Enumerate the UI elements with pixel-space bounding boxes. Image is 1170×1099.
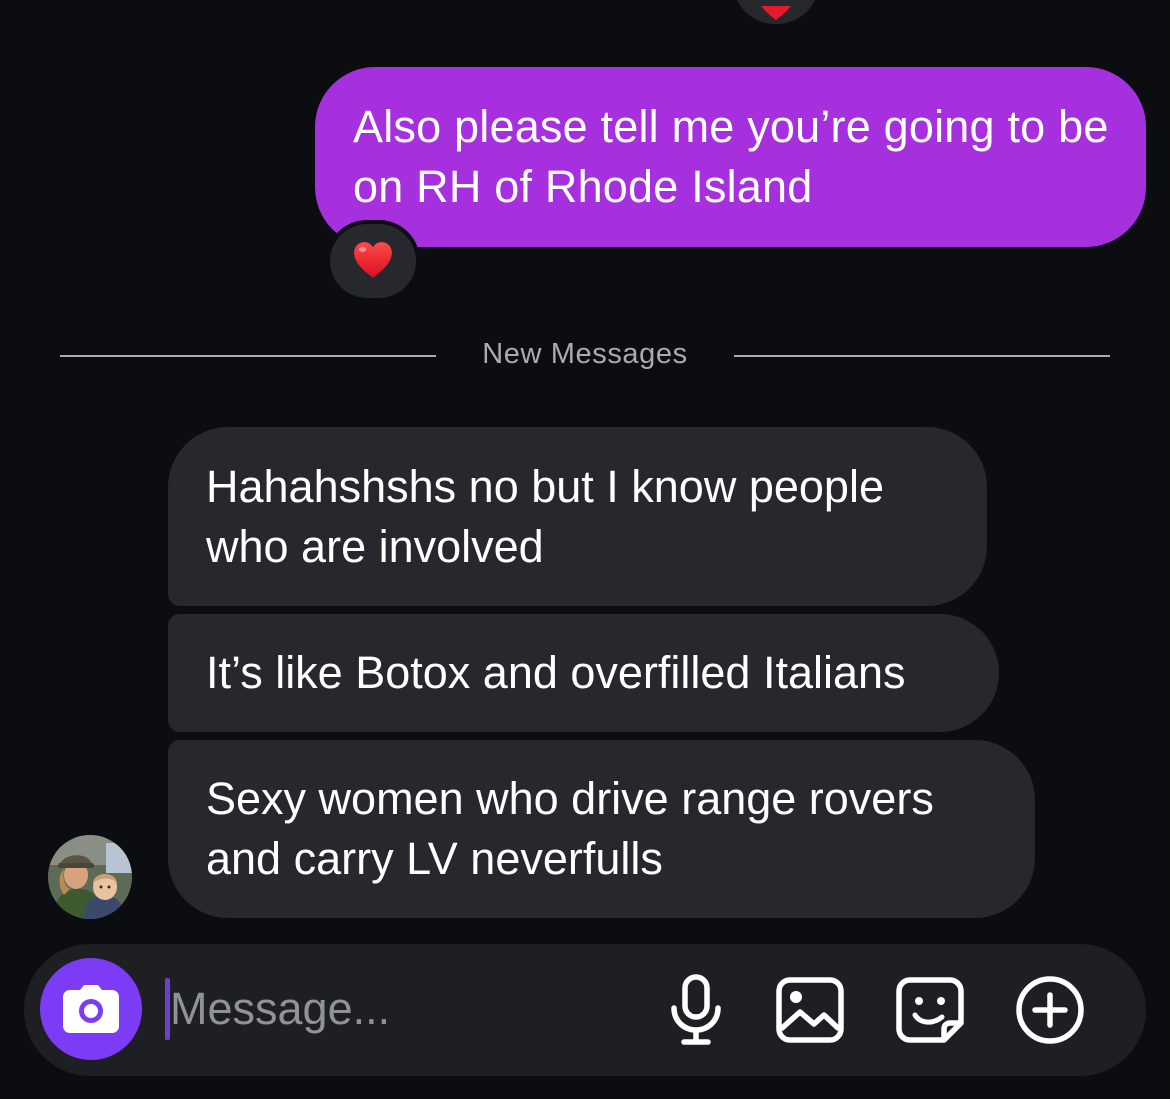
divider-line-left — [60, 355, 436, 357]
divider-line-right — [734, 355, 1110, 357]
received-message-bubble[interactable]: It’s like Botox and overfilled Italians — [168, 614, 999, 732]
microphone-icon — [671, 974, 721, 1045]
plus-circle-icon — [1016, 976, 1084, 1044]
gallery-icon — [776, 977, 844, 1043]
sticker-icon — [896, 977, 964, 1043]
received-message-bubble[interactable]: Hahahshshs no but I know people who are … — [168, 427, 987, 606]
avatar-photo — [48, 835, 132, 919]
heart-icon — [354, 242, 392, 278]
received-message-text: Hahahshshs no but I know people who are … — [206, 461, 884, 572]
sent-message-bubble[interactable]: Also please tell me you’re going to be o… — [315, 67, 1146, 247]
received-message-text: It’s like Botox and overfilled Italians — [206, 647, 906, 698]
sticker-button[interactable] — [888, 968, 972, 1052]
heart-icon — [761, 6, 791, 20]
sent-message-reaction[interactable] — [326, 220, 420, 302]
gallery-button[interactable] — [768, 968, 852, 1052]
sender-avatar[interactable] — [48, 835, 132, 919]
sent-message-text: Also please tell me you’re going to be o… — [353, 101, 1109, 212]
camera-icon — [63, 985, 119, 1033]
camera-button[interactable] — [40, 958, 142, 1060]
received-message-bubble[interactable]: Sexy women who drive range rovers and ca… — [168, 740, 1035, 918]
microphone-button[interactable] — [654, 968, 738, 1052]
previous-message-reaction[interactable] — [733, 0, 819, 24]
more-button[interactable] — [1008, 968, 1092, 1052]
received-message-text: Sexy women who drive range rovers and ca… — [206, 773, 934, 884]
new-messages-divider-label: New Messages — [482, 338, 688, 370]
message-input[interactable] — [170, 977, 630, 1041]
